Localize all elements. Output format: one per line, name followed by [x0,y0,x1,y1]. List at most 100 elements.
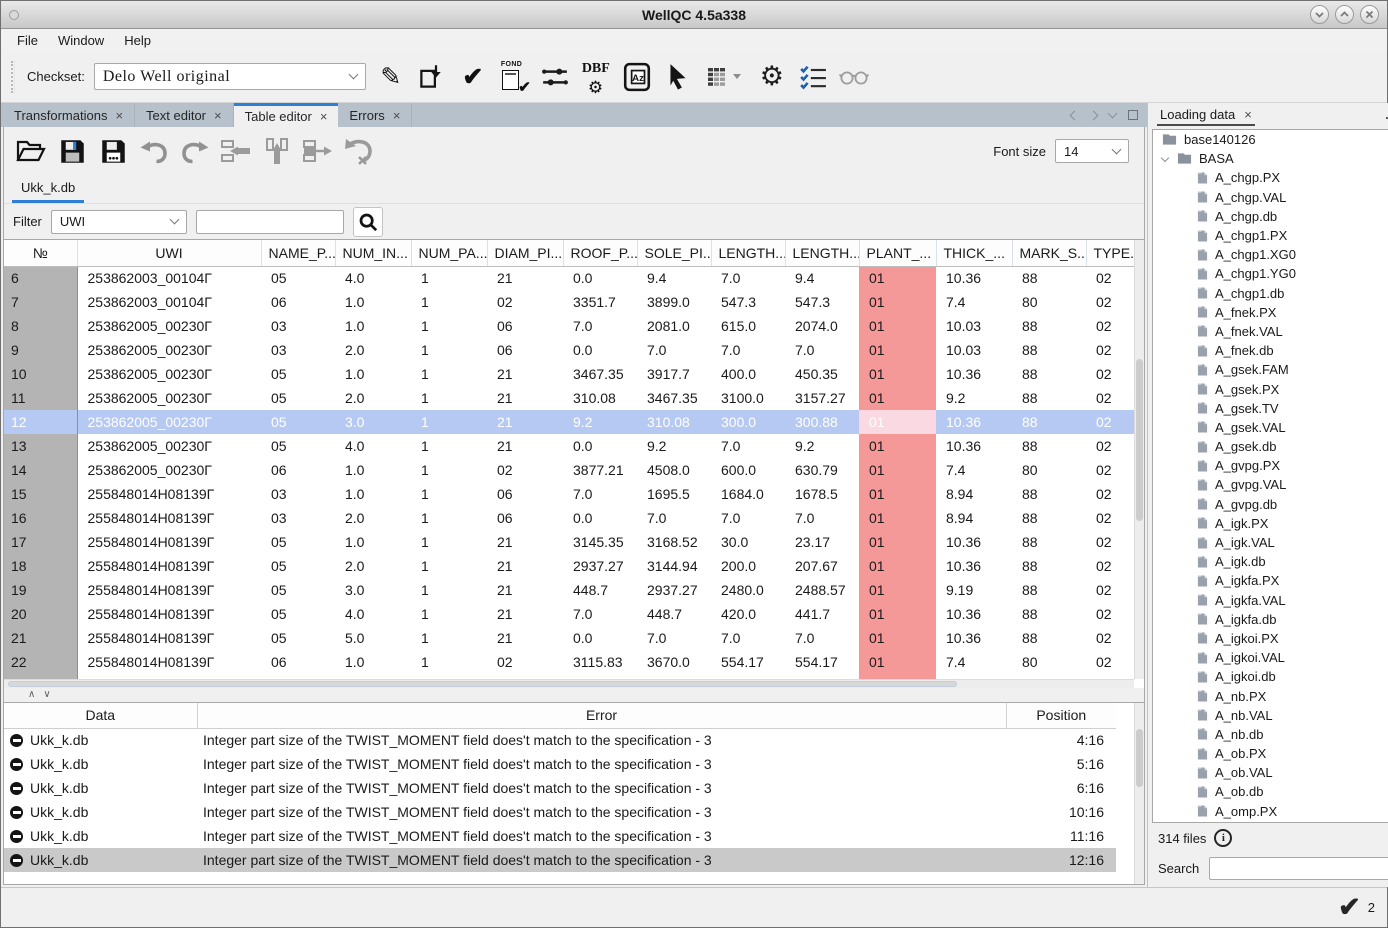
settings-gear-icon[interactable]: ⚙ [756,60,788,94]
table-cell[interactable]: 0.0 [563,626,637,650]
close-icon[interactable]: × [393,108,401,123]
row-number-cell[interactable]: 20 [4,602,77,626]
table-cell[interactable]: 3467.35 [637,386,711,410]
table-cell[interactable]: 2.0 [335,386,411,410]
table-row[interactable]: 6253862003_00104Г054.01210.09.47.09.4011… [4,266,1144,290]
column-header[interactable]: UWI [77,240,261,266]
table-cell[interactable]: 88 [1012,506,1086,530]
row-number-cell[interactable]: 16 [4,506,77,530]
table-cell[interactable]: 2.0 [335,506,411,530]
table-cell[interactable]: 7.0 [785,506,859,530]
tree-file-item[interactable]: A_igk.db [1153,552,1388,571]
font-size-dropdown[interactable]: 14 [1055,139,1129,163]
tree-file-item[interactable]: A_fnek.VAL [1153,322,1388,341]
table-cell[interactable]: 448.7 [637,602,711,626]
filter-field-dropdown[interactable]: UWI [51,210,187,234]
table-cell[interactable]: 10.36 [936,410,1012,434]
table-cell[interactable]: 01 [859,482,936,506]
table-cell[interactable]: 05 [261,626,335,650]
table-cell[interactable]: 9.4 [637,266,711,290]
table-cell[interactable]: 7.4 [936,290,1012,314]
checkset-dropdown[interactable]: Delo Well original [94,63,366,90]
table-cell[interactable]: 9.2 [936,386,1012,410]
error-position-cell[interactable]: 11:16 [1006,824,1116,848]
table-view-icon[interactable] [703,60,747,94]
filter-query-input[interactable] [196,210,344,234]
table-cell[interactable]: 21 [487,410,563,434]
error-message-cell[interactable]: Integer part size of the TWIST_MOMENT fi… [197,800,1006,824]
tree-file-item[interactable]: A_ob.PX [1153,744,1388,763]
table-cell[interactable]: 06 [487,314,563,338]
table-cell[interactable]: 05 [261,578,335,602]
move-column-up-icon[interactable] [259,133,295,169]
cursor-pointer-icon[interactable] [662,60,694,94]
table-cell[interactable]: 1 [411,410,487,434]
table-cell[interactable]: 7.0 [563,482,637,506]
table-cell[interactable]: 88 [1012,482,1086,506]
paste-import-icon[interactable] [416,60,448,94]
tree-file-item[interactable]: A_gsek.TV [1153,399,1388,418]
error-message-cell[interactable]: Integer part size of the TWIST_MOMENT fi… [197,824,1006,848]
table-cell[interactable]: 10.36 [936,602,1012,626]
table-cell[interactable]: 9.2 [637,434,711,458]
errors-column-header[interactable]: Data [4,703,197,728]
table-cell[interactable]: 01 [859,578,936,602]
row-number-cell[interactable]: 12 [4,410,77,434]
table-cell[interactable]: 400.0 [711,362,785,386]
table-cell[interactable]: 3145.35 [563,530,637,554]
table-cell[interactable]: 4.0 [335,434,411,458]
table-cell[interactable]: 3670.0 [637,650,711,674]
table-row[interactable]: 18255848014Н08139Г052.01212937.273144.94… [4,554,1144,578]
errors-column-header[interactable]: Error [197,703,1006,728]
table-cell[interactable]: 420.0 [711,602,785,626]
table-cell[interactable]: 255848014Н08139Г [77,578,261,602]
table-cell[interactable]: 88 [1012,266,1086,290]
table-cell[interactable]: 1 [411,386,487,410]
table-cell[interactable]: 253862005_00230Г [77,458,261,482]
table-cell[interactable]: 05 [261,554,335,578]
table-cell[interactable]: 1 [411,434,487,458]
open-file-icon[interactable] [13,133,49,169]
table-cell[interactable]: 8.94 [936,482,1012,506]
table-cell[interactable]: 03 [261,338,335,362]
table-cell[interactable]: 3467.35 [563,362,637,386]
menu-help[interactable]: Help [114,31,161,50]
table-cell[interactable]: 10.36 [936,266,1012,290]
panel-splitter[interactable]: ∧ ∨ [4,688,1144,702]
row-number-cell[interactable]: 22 [4,650,77,674]
table-cell[interactable]: 3899.0 [637,290,711,314]
table-cell[interactable]: 615.0 [711,314,785,338]
tree-file-item[interactable]: A_chgp.PX [1153,168,1388,187]
table-cell[interactable]: 01 [859,362,936,386]
table-cell[interactable]: 21 [487,530,563,554]
table-cell[interactable]: 01 [859,410,936,434]
table-cell[interactable]: 88 [1012,314,1086,338]
tree-file-item[interactable]: A_nb.PX [1153,686,1388,705]
table-cell[interactable]: 7.0 [637,626,711,650]
table-cell[interactable]: 3.0 [335,410,411,434]
glasses-view-icon[interactable] [838,60,870,94]
table-cell[interactable]: 7.0 [563,602,637,626]
table-cell[interactable]: 88 [1012,626,1086,650]
table-row[interactable]: 10253862005_00230Г051.01213467.353917.74… [4,362,1144,386]
table-cell[interactable]: 1 [411,554,487,578]
table-row[interactable]: 7253862003_00104Г061.01023351.73899.0547… [4,290,1144,314]
error-row[interactable]: Ukk_k.dbInteger part size of the TWIST_M… [4,776,1116,800]
table-cell[interactable]: 1.0 [335,362,411,386]
error-row[interactable]: Ukk_k.dbInteger part size of the TWIST_M… [4,728,1116,752]
column-header[interactable]: THICK_... [936,240,1012,266]
table-cell[interactable]: 01 [859,314,936,338]
table-cell[interactable]: 21 [487,554,563,578]
table-cell[interactable]: 255848014Н08139Г [77,554,261,578]
table-cell[interactable]: 06 [261,290,335,314]
table-cell[interactable]: 253862003_00104Г [77,266,261,290]
tree-file-item[interactable]: A_gsek.FAM [1153,360,1388,379]
table-row[interactable]: 22255848014Н08139Г061.01023115.833670.05… [4,650,1144,674]
error-position-cell[interactable]: 12:16 [1006,848,1116,872]
column-header[interactable]: LENGTH... [711,240,785,266]
scrollbar-thumb[interactable] [1136,729,1143,787]
table-cell[interactable]: 448.7 [563,578,637,602]
table-cell[interactable]: 4508.0 [637,458,711,482]
table-cell[interactable]: 02 [487,650,563,674]
table-cell[interactable]: 2.0 [335,338,411,362]
